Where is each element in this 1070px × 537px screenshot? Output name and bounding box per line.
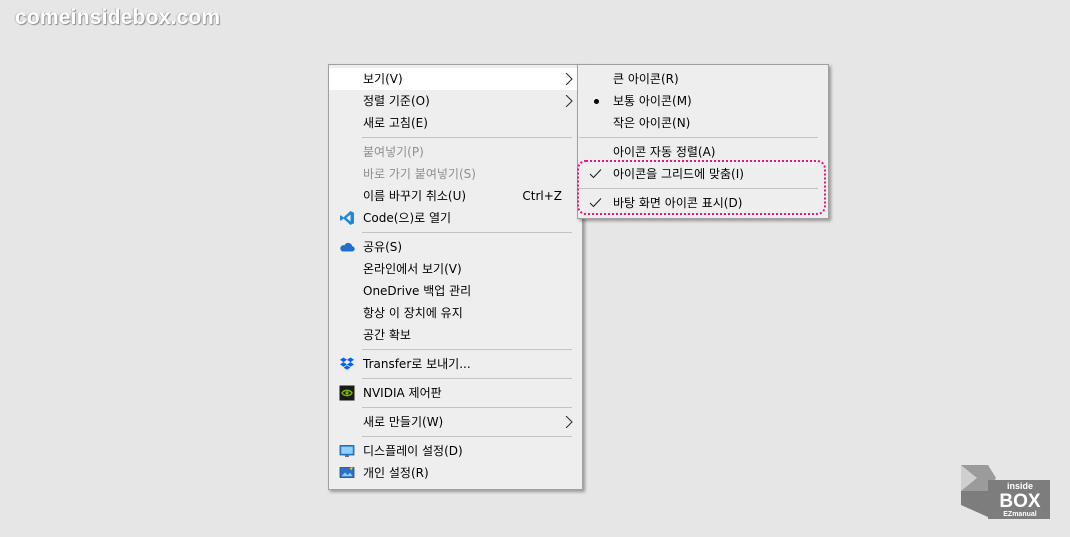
- menu-item-transfer[interactable]: Transfer로 보내기...: [329, 353, 582, 375]
- menu-item-label: 온라인에서 보기(V): [363, 262, 462, 276]
- insidebox-logo: inside BOX EZmanual: [961, 465, 1050, 519]
- menu-item-label: 작은 아이콘(N): [613, 116, 691, 130]
- menu-item-label: 붙여넣기(P): [363, 145, 424, 159]
- menu-item-label: 보통 아이콘(M): [613, 94, 692, 108]
- menu-separator: [362, 407, 572, 408]
- menu-item-shortcut: Ctrl+Z: [522, 189, 562, 203]
- menu-item-view[interactable]: 보기(V): [329, 68, 582, 90]
- menu-item-open-with-code[interactable]: Code(으)로 열기: [329, 207, 582, 229]
- menu-separator: [362, 378, 572, 379]
- menu-item-personalize[interactable]: 개인 설정(R): [329, 462, 582, 484]
- radio-bullet-icon: [594, 99, 599, 104]
- menu-item-label: 공간 확보: [363, 328, 411, 342]
- menu-item-refresh[interactable]: 새로 고침(E): [329, 112, 582, 134]
- menu-item-label: 항상 이 장치에 유지: [363, 306, 463, 320]
- menu-item-label: OneDrive 백업 관리: [363, 284, 472, 298]
- menu-item-label: 정렬 기준(O): [363, 94, 430, 108]
- menu-item-undo-rename[interactable]: 이름 바꾸기 취소(U) Ctrl+Z: [329, 185, 582, 207]
- submenu-item-medium-icons[interactable]: 보통 아이콘(M): [578, 90, 828, 112]
- menu-item-label: 보기(V): [363, 72, 403, 86]
- menu-separator: [362, 349, 572, 350]
- submenu-item-small-icons[interactable]: 작은 아이콘(N): [578, 112, 828, 134]
- menu-item-new[interactable]: 새로 만들기(W): [329, 411, 582, 433]
- chevron-right-icon: [565, 73, 573, 85]
- site-watermark: comeinsidebox.com: [15, 6, 221, 29]
- menu-item-paste[interactable]: 붙여넣기(P): [329, 141, 582, 163]
- menu-item-label: Transfer로 보내기...: [363, 357, 471, 371]
- menu-item-nvidia-control-panel[interactable]: NVIDIA 제어판: [329, 382, 582, 404]
- menu-item-label: 새로 만들기(W): [363, 415, 444, 429]
- display-settings-icon: [339, 445, 355, 457]
- menu-item-free-up-space[interactable]: 공간 확보: [329, 324, 582, 346]
- menu-item-label: NVIDIA 제어판: [363, 386, 442, 400]
- menu-item-label: Code(으)로 열기: [363, 211, 452, 225]
- menu-item-sort-by[interactable]: 정렬 기준(O): [329, 90, 582, 112]
- menu-item-label: 새로 고침(E): [363, 116, 428, 130]
- logo-text-ezmanual: EZmanual: [1003, 511, 1037, 518]
- menu-item-label: 디스플레이 설정(D): [363, 444, 463, 458]
- vscode-icon: [340, 211, 354, 225]
- onedrive-cloud-icon: [340, 242, 355, 252]
- highlight-annotation-box: [577, 160, 826, 215]
- chevron-right-icon: [565, 416, 573, 428]
- menu-separator: [362, 137, 572, 138]
- personalize-icon: [339, 466, 355, 478]
- dropbox-icon: [340, 357, 354, 370]
- nvidia-icon: [339, 385, 355, 401]
- menu-separator: [362, 436, 572, 437]
- menu-item-label: 큰 아이콘(R): [613, 72, 679, 86]
- menu-item-share[interactable]: 공유(S): [329, 236, 582, 258]
- menu-item-label: 개인 설정(R): [363, 466, 429, 480]
- logo-text-box: BOX: [999, 491, 1041, 512]
- desktop-context-menu: 보기(V) 정렬 기준(O) 새로 고침(E) 붙여넣기(P) 바로 가기 붙여…: [328, 64, 583, 490]
- menu-item-display-settings[interactable]: 디스플레이 설정(D): [329, 440, 582, 462]
- menu-item-onedrive-backup[interactable]: OneDrive 백업 관리: [329, 280, 582, 302]
- menu-separator: [362, 232, 572, 233]
- menu-item-label: 바로 가기 붙여넣기(S): [363, 167, 476, 181]
- submenu-item-large-icons[interactable]: 큰 아이콘(R): [578, 68, 828, 90]
- menu-item-label: 공유(S): [363, 240, 403, 254]
- menu-item-always-keep[interactable]: 항상 이 장치에 유지: [329, 302, 582, 324]
- menu-item-paste-shortcut[interactable]: 바로 가기 붙여넣기(S): [329, 163, 582, 185]
- menu-separator: [579, 137, 818, 138]
- chevron-right-icon: [565, 95, 573, 107]
- menu-item-view-online[interactable]: 온라인에서 보기(V): [329, 258, 582, 280]
- menu-item-label: 이름 바꾸기 취소(U): [363, 189, 467, 203]
- logo-text-inside: inside: [1007, 481, 1033, 491]
